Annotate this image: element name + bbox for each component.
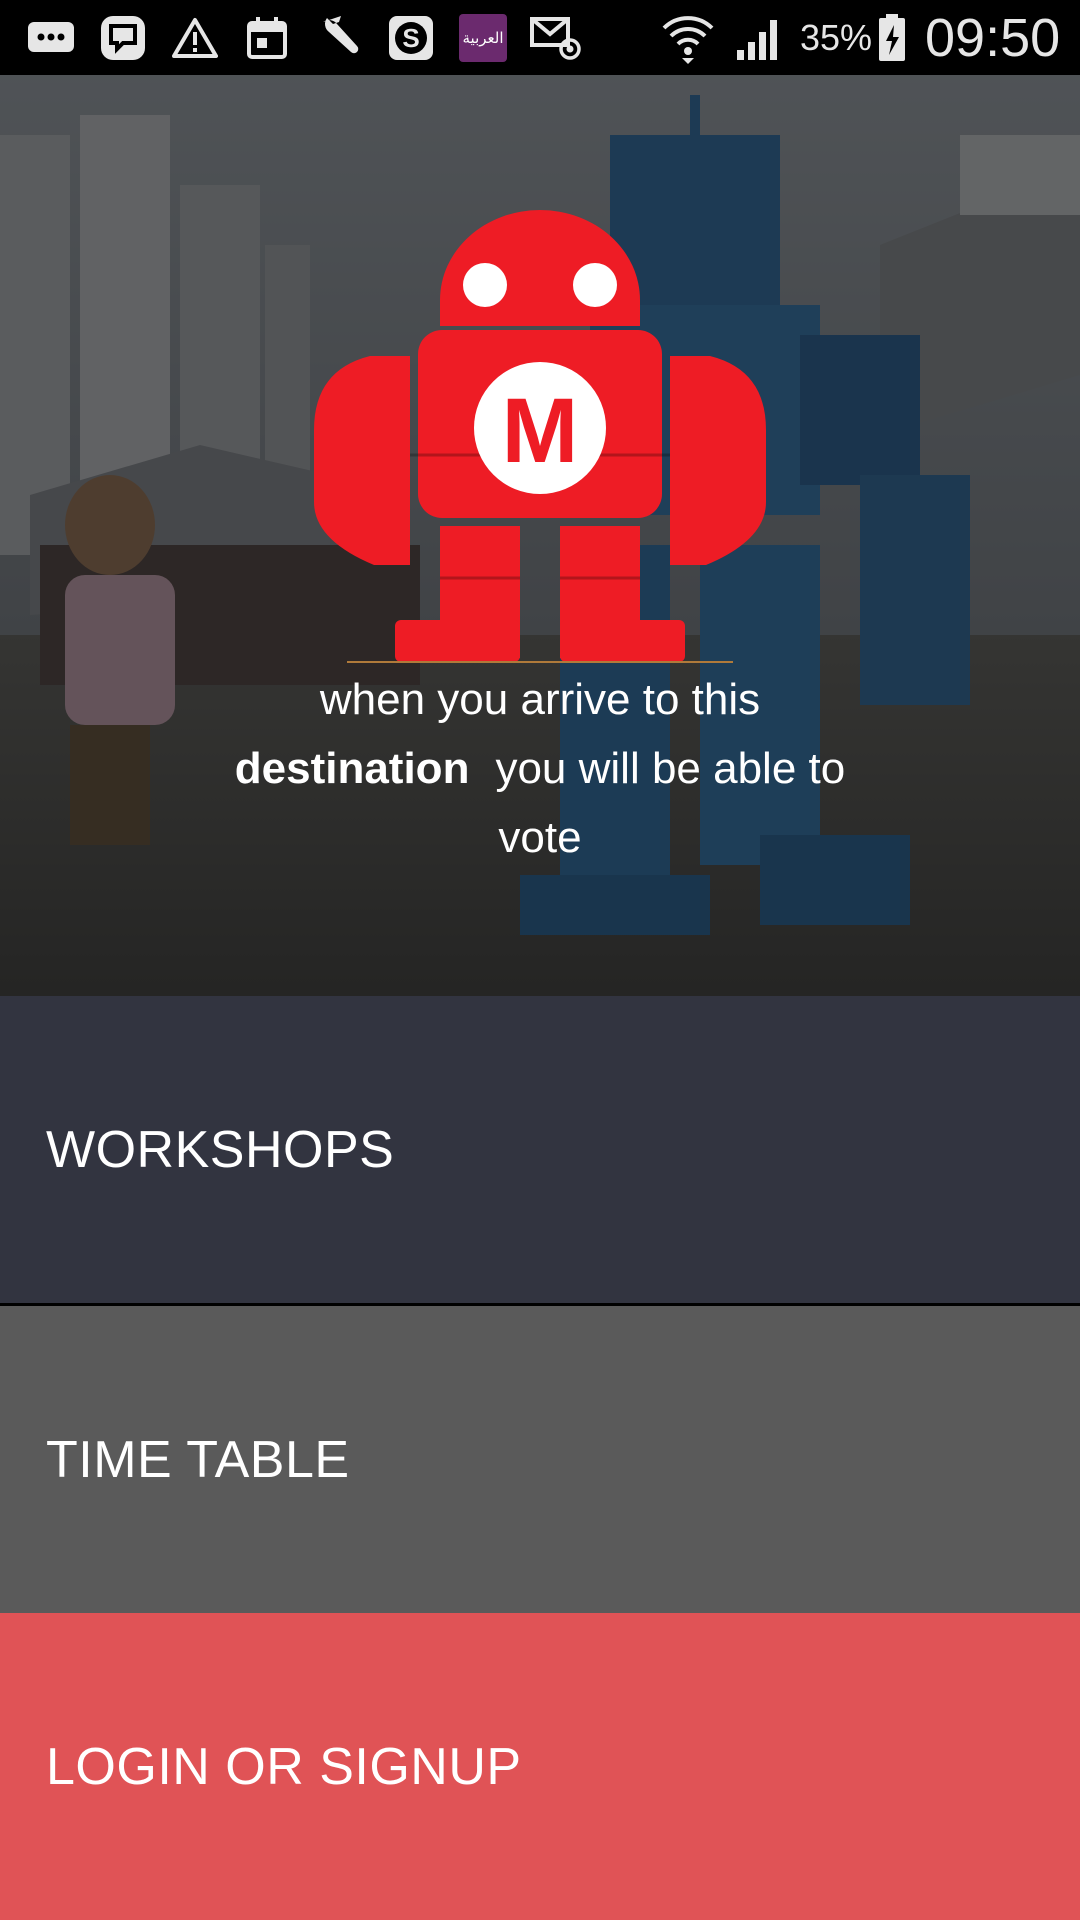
workshops-label: WORKSHOPS xyxy=(46,1120,395,1179)
hero-banner: M when you arrive to this destination you… xyxy=(0,75,1080,996)
workshops-button[interactable]: WORKSHOPS xyxy=(0,996,1080,1303)
dollar-app-icon: S xyxy=(386,12,436,64)
maker-robot-logo: M xyxy=(314,210,766,662)
tagline-line-2-rest: you will be able to xyxy=(495,744,846,793)
battery-charging-icon xyxy=(876,12,908,64)
chat-bubble-icon xyxy=(26,12,76,64)
login-signup-label: LOGIN OR SIGNUP xyxy=(46,1737,522,1796)
tagline-line-2: destination you will be able to xyxy=(140,734,940,803)
signal-icon xyxy=(734,12,786,64)
status-bar: S العربية 35% 09:50 xyxy=(0,0,1080,75)
warning-icon xyxy=(170,12,220,64)
battery-percent: 35% xyxy=(800,17,873,58)
tagline-line-3: vote xyxy=(498,813,582,862)
divider-line xyxy=(347,661,733,663)
email-at-icon xyxy=(530,12,584,64)
timetable-label: TIME TABLE xyxy=(46,1430,350,1489)
logo-letter: M xyxy=(502,380,579,482)
timetable-button[interactable]: TIME TABLE xyxy=(0,1306,1080,1613)
login-signup-button[interactable]: LOGIN OR SIGNUP xyxy=(0,1613,1080,1920)
calendar-icon xyxy=(244,12,290,64)
news-app-icon: العربية xyxy=(458,12,508,64)
tagline-line-1: when you arrive to this xyxy=(319,675,761,724)
clock: 09:50 xyxy=(925,8,1061,68)
wrench-icon xyxy=(314,12,364,64)
svg-text:S: S xyxy=(402,23,419,53)
messenger-icon xyxy=(98,12,148,64)
wifi-icon xyxy=(660,12,716,64)
tagline: when you arrive to this destination you w… xyxy=(140,665,940,872)
tagline-bold-word: destination xyxy=(234,744,470,793)
